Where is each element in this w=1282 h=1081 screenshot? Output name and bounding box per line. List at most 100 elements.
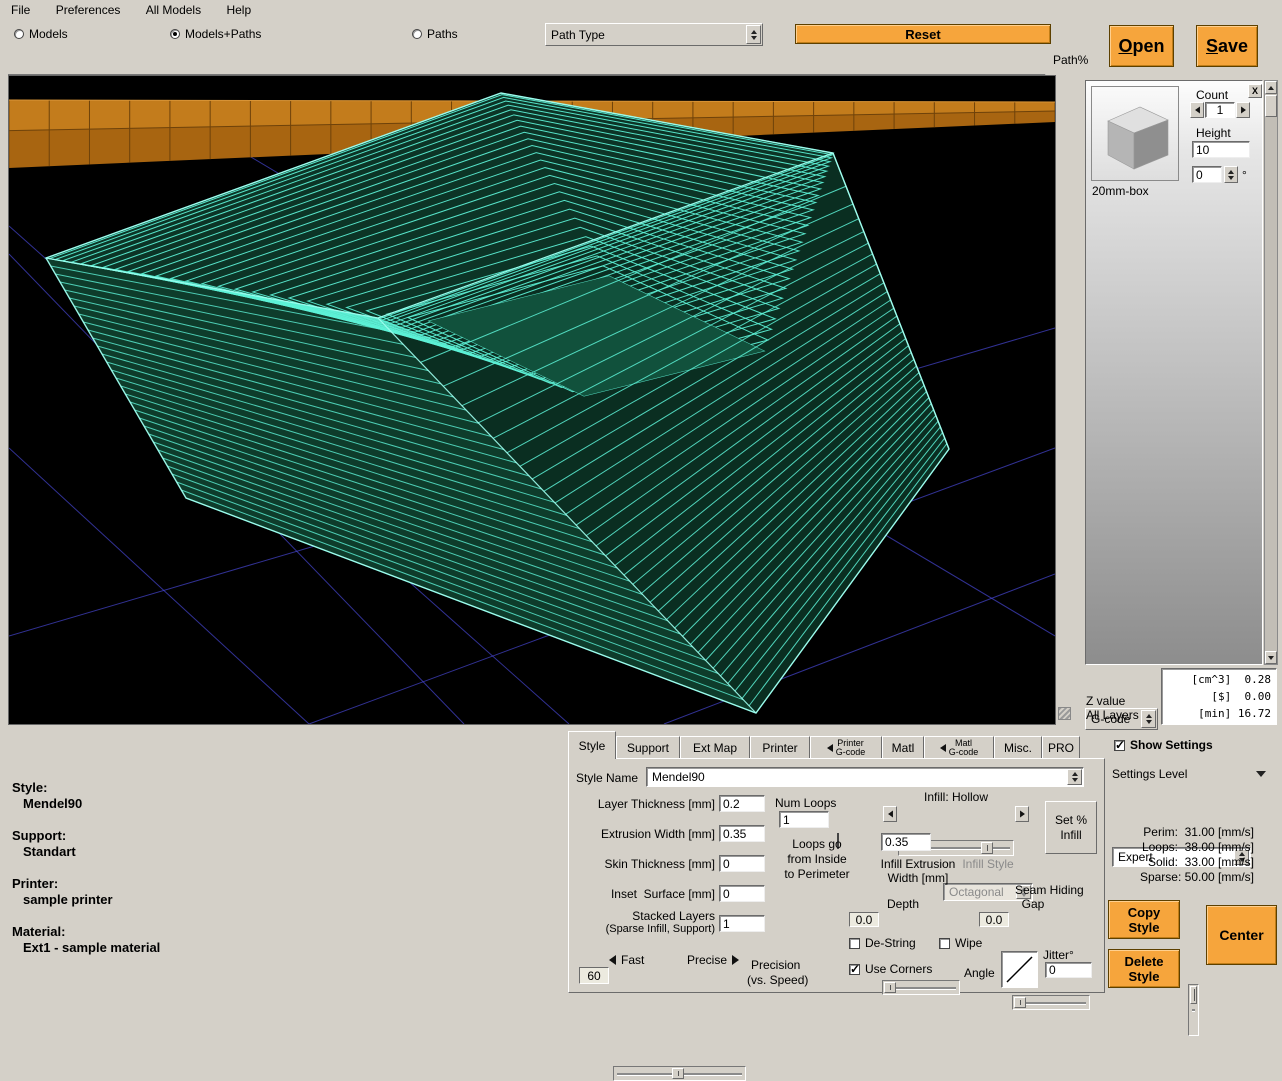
model-name: 20mm-box: [1092, 184, 1149, 198]
current-selection-summary: Style: Mendel90 Support: Standart Printe…: [12, 780, 432, 960]
infill-style-label: Infill Style: [943, 857, 1033, 871]
view-mode-models-radio[interactable]: Models: [14, 27, 68, 41]
inset-surface-input[interactable]: [719, 885, 765, 902]
extrusion-width-input[interactable]: [719, 825, 765, 842]
scrollbar-thumb[interactable]: [1265, 95, 1277, 117]
menu-bar: File Preferences All Models Help: [0, 0, 1282, 19]
z-value-label: Z value: [1086, 694, 1125, 708]
scroll-up-button[interactable]: [1265, 81, 1277, 94]
tab-style[interactable]: Style: [568, 731, 616, 759]
menu-help[interactable]: Help: [215, 0, 262, 19]
model-list-scrollbar[interactable]: [1264, 80, 1278, 665]
destring-checkbox[interactable]: De-String: [849, 936, 916, 950]
dropdown-arrows-icon[interactable]: [746, 25, 761, 44]
stacked-layers-input[interactable]: [719, 915, 765, 932]
menu-all-models[interactable]: All Models: [135, 0, 212, 19]
infill-extrusion-width-input[interactable]: [881, 833, 931, 851]
infill-slider-handle[interactable]: [981, 842, 993, 854]
dropdown-arrows-icon[interactable]: [1067, 769, 1082, 785]
perimeter-speed: Perim: 31.00 [mm/s]: [1110, 825, 1254, 840]
seam-hiding-label: Seam Hiding: [1015, 883, 1084, 897]
menu-preferences[interactable]: Preferences: [45, 0, 132, 19]
show-settings-label: Show Settings: [1130, 738, 1213, 752]
seam-depth-label: Depth: [845, 897, 961, 911]
seam-gap-slider-handle[interactable]: [1014, 997, 1026, 1008]
height-input[interactable]: [1192, 141, 1250, 158]
style-name-dropdown[interactable]: Mendel90: [646, 767, 1084, 787]
model-thumbnail[interactable]: [1091, 86, 1179, 181]
model-list[interactable]: 20mm-box X Count 1 Height °: [1085, 80, 1263, 665]
settings-level-expander-icon[interactable]: [1256, 771, 1266, 777]
jitter-input[interactable]: [1045, 962, 1092, 978]
view-mode-models-paths-radio[interactable]: Models+Paths: [170, 27, 261, 41]
seam-depth-slider-handle[interactable]: [884, 982, 896, 993]
count-decrement-button[interactable]: [1190, 102, 1204, 118]
tab-support[interactable]: Support: [616, 736, 680, 759]
num-loops-input[interactable]: [779, 811, 829, 828]
save-label: Save: [1206, 36, 1248, 57]
seam-gap-label: Gap: [975, 897, 1091, 911]
delete-style-button[interactable]: Delete Style: [1108, 949, 1180, 988]
resize-grip[interactable]: [1058, 707, 1071, 720]
tab-matl-gcode[interactable]: MatlG-code: [924, 736, 994, 759]
sliced-model-preview[interactable]: [9, 76, 1055, 724]
tab-matl-label: Matl: [892, 741, 915, 755]
tab-printer-gcode[interactable]: PrinterG-code: [810, 736, 882, 759]
style-list-scrollbar[interactable]: [1188, 984, 1199, 1036]
copy-style-line1: Copy: [1128, 905, 1161, 920]
rotation-input[interactable]: [1192, 166, 1222, 183]
style-label: Style:: [12, 780, 47, 795]
view-mode-models-label: Models: [29, 27, 68, 41]
tab-printer[interactable]: Printer: [750, 736, 810, 759]
precision-slider-handle[interactable]: [672, 1068, 684, 1079]
material-value: Ext1 - sample material: [23, 940, 160, 955]
dropdown-arrows-icon[interactable]: [1141, 710, 1156, 728]
seam-depth-slider[interactable]: [882, 980, 960, 995]
count-value[interactable]: 1: [1205, 102, 1235, 118]
jitter-label: Jitter°: [1043, 948, 1074, 962]
settings-level-label: Settings Level: [1112, 767, 1187, 781]
fast-text: Fast: [621, 953, 644, 967]
precision-fast-label: Fast: [609, 953, 644, 967]
save-button[interactable]: Save: [1196, 25, 1258, 67]
loops-direction-label: Loops go from Inside to Perimeter: [765, 837, 869, 882]
layer-thickness-label: Layer Thickness [mm]: [573, 797, 715, 811]
precision-slider[interactable]: [613, 1066, 746, 1081]
wipe-checkbox[interactable]: Wipe: [939, 936, 982, 950]
count-number: 1: [1217, 103, 1224, 117]
loops-line1: Loops go: [765, 837, 869, 852]
use-corners-checkbox[interactable]: Use Corners: [849, 962, 932, 976]
infill-increase-button[interactable]: [1015, 806, 1029, 822]
stacked-layers-label: Stacked Layers: [573, 909, 715, 923]
view-mode-paths-radio[interactable]: Paths: [412, 27, 458, 41]
style-list-scrollbar-thumb[interactable]: [1190, 986, 1197, 1004]
tab-matl[interactable]: Matl: [882, 736, 924, 759]
use-corners-label: Use Corners: [865, 962, 932, 976]
path-type-dropdown[interactable]: Path Type: [545, 23, 763, 46]
seam-angle-dial[interactable]: [1001, 951, 1038, 988]
center-button[interactable]: Center: [1206, 905, 1277, 965]
angle-line-icon: [1002, 952, 1037, 987]
tab-ext-map[interactable]: Ext Map: [680, 736, 750, 759]
open-button[interactable]: Open: [1109, 25, 1174, 67]
copy-style-button[interactable]: Copy Style: [1108, 900, 1180, 939]
infill-decrease-button[interactable]: [883, 806, 897, 822]
remove-model-button[interactable]: X: [1248, 84, 1262, 98]
depth-number: 0.0: [856, 913, 873, 927]
skin-thickness-input[interactable]: [719, 855, 765, 872]
seam-gap-slider[interactable]: [1012, 995, 1090, 1010]
reset-button[interactable]: Reset: [795, 24, 1051, 44]
rotation-stepper[interactable]: [1224, 166, 1238, 183]
delete-style-line2: Style: [1128, 969, 1159, 984]
tab-pro[interactable]: PRO: [1042, 736, 1080, 759]
copy-style-line2: Style: [1128, 920, 1159, 935]
destring-label: De-String: [865, 936, 916, 950]
set-percent-infill-button[interactable]: Set % Infill: [1045, 801, 1097, 854]
viewport-3d[interactable]: [8, 75, 1056, 725]
menu-file[interactable]: File: [0, 0, 41, 19]
show-settings-checkbox[interactable]: Show Settings: [1114, 738, 1213, 752]
count-increment-button[interactable]: [1236, 102, 1250, 118]
tab-misc[interactable]: Misc.: [994, 736, 1042, 759]
scroll-down-button[interactable]: [1265, 651, 1277, 664]
layer-thickness-input[interactable]: [719, 795, 765, 812]
